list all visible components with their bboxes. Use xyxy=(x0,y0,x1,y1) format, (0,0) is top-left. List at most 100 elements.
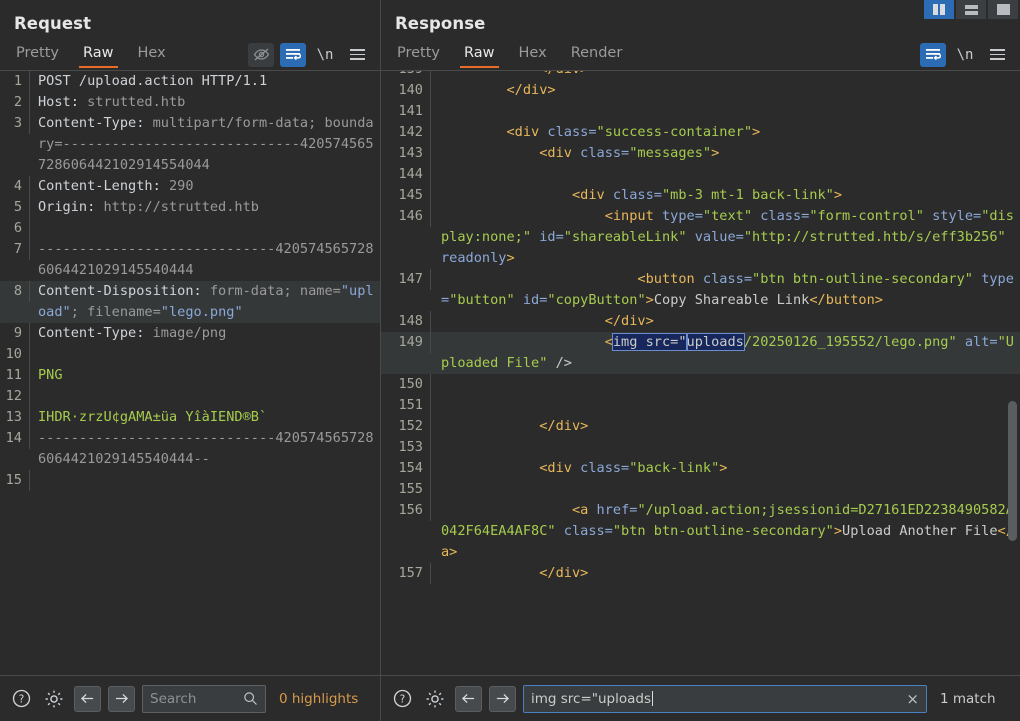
line-number: 14 xyxy=(0,428,30,449)
line-number: 153 xyxy=(381,437,431,458)
response-panel: Response Pretty Raw Hex Render \n xyxy=(380,0,1020,721)
code-token: alt= xyxy=(965,334,998,350)
response-scrollbar[interactable] xyxy=(1008,401,1017,541)
code-token: <div xyxy=(539,460,580,476)
code-line: 2Host: strutted.htb xyxy=(0,92,380,113)
search-next-button[interactable] xyxy=(489,686,516,712)
request-search-box[interactable]: Search xyxy=(142,685,266,713)
line-number: 148 xyxy=(381,311,431,332)
search-prev-button[interactable] xyxy=(74,686,101,712)
tab-response-hex[interactable]: Hex xyxy=(507,41,559,68)
code-token: > xyxy=(506,250,514,266)
tab-request-pretty[interactable]: Pretty xyxy=(4,41,71,68)
settings-button[interactable] xyxy=(422,686,448,712)
response-tab-tools: \n xyxy=(920,43,1020,67)
code-line: 1POST /upload.action HTTP/1.1 xyxy=(0,71,380,92)
response-newline-button[interactable]: \n xyxy=(952,43,978,67)
code-token: ; filename= xyxy=(71,304,161,320)
gear-icon xyxy=(425,689,445,709)
word-wrap-icon xyxy=(925,48,941,62)
code-token: Origin xyxy=(38,199,87,215)
newline-label: \n xyxy=(957,47,974,63)
line-number: 7 xyxy=(0,239,30,260)
code-token: class= xyxy=(760,208,809,224)
code-token xyxy=(441,460,539,476)
response-code: 139 </div>140 </div>141 142 <div class="… xyxy=(381,71,1020,675)
layout-horizontal-split-button[interactable] xyxy=(956,0,986,19)
code-token: : xyxy=(87,199,103,215)
code-token xyxy=(973,271,981,287)
hide-eye-button[interactable] xyxy=(248,43,274,67)
line-content xyxy=(30,470,380,491)
tab-response-pretty[interactable]: Pretty xyxy=(385,41,452,68)
line-content: <div class="messages"> xyxy=(431,143,1020,164)
layout-vertical-split-button[interactable] xyxy=(924,0,954,19)
help-button[interactable]: ? xyxy=(8,686,34,712)
search-match-highlight: img src=" xyxy=(613,334,687,350)
code-token: class= xyxy=(703,271,752,287)
response-menu-button[interactable] xyxy=(984,43,1010,67)
vertical-split-icon xyxy=(933,4,945,15)
code-line: 11PNG xyxy=(0,365,380,386)
code-token: "btn btn-outline-secondary" xyxy=(613,523,834,539)
menu-icon xyxy=(990,49,1005,60)
line-number: 154 xyxy=(381,458,431,479)
burp-repeater-window: Request Pretty Raw Hex xyxy=(0,0,1020,721)
search-next-button[interactable] xyxy=(108,686,135,712)
help-button[interactable]: ? xyxy=(389,686,415,712)
code-token: /> xyxy=(547,355,572,371)
line-content xyxy=(30,218,380,239)
line-content xyxy=(30,344,380,365)
request-editor[interactable]: 1POST /upload.action HTTP/1.12Host: stru… xyxy=(0,71,380,675)
line-content xyxy=(431,374,1020,395)
tab-response-raw[interactable]: Raw xyxy=(452,41,507,68)
code-token xyxy=(441,418,539,434)
code-token: href= xyxy=(597,502,638,518)
line-content: IHDR·zrzU¢gAMA±üa YîàIEND®B` xyxy=(30,407,380,428)
code-token: Host xyxy=(38,94,71,110)
line-content xyxy=(431,437,1020,458)
response-search-input[interactable]: img src="uploads xyxy=(531,691,902,707)
settings-button[interactable] xyxy=(41,686,67,712)
line-number: 152 xyxy=(381,416,431,437)
tab-request-raw[interactable]: Raw xyxy=(71,41,126,68)
word-wrap-button[interactable] xyxy=(280,43,306,67)
code-line: 157 </div> xyxy=(381,563,1020,584)
code-token xyxy=(556,523,564,539)
code-line: 6 xyxy=(0,218,380,239)
code-token: class= xyxy=(580,460,629,476)
code-line: 9Content-Type: image/png xyxy=(0,323,380,344)
code-token: IHDR·zrzU¢gAMA±üa YîàIEND®B` xyxy=(38,409,267,425)
response-tabbar: Pretty Raw Hex Render \n xyxy=(381,39,1020,71)
code-token: Content-Type xyxy=(38,325,136,341)
code-token xyxy=(957,334,965,350)
code-token: "text" xyxy=(703,208,752,224)
code-token xyxy=(441,82,506,98)
code-line: 13IHDR·zrzU¢gAMA±üa YîàIEND®B` xyxy=(0,407,380,428)
text-caret xyxy=(652,691,653,706)
clear-search-button[interactable]: × xyxy=(902,690,919,708)
response-search-value: img src="uploads xyxy=(531,691,651,707)
menu-icon xyxy=(350,49,365,60)
code-line: 139 </div> xyxy=(381,71,1020,80)
search-prev-button[interactable] xyxy=(455,686,482,712)
response-word-wrap-button[interactable] xyxy=(920,43,946,67)
response-search-box[interactable]: img src="uploads × xyxy=(523,685,927,713)
response-editor[interactable]: 139 </div>140 </div>141 142 <div class="… xyxy=(381,71,1020,675)
response-bottom-bar: ? i xyxy=(381,675,1020,721)
word-wrap-icon xyxy=(285,48,301,62)
line-content xyxy=(431,164,1020,185)
line-content: -----------------------------42057456572… xyxy=(30,239,380,281)
layout-single-pane-button[interactable] xyxy=(988,0,1018,19)
code-token xyxy=(531,229,539,245)
request-search-input[interactable]: Search xyxy=(150,691,243,707)
code-line: 8Content-Disposition: form-data; name="u… xyxy=(0,281,380,323)
tab-response-render[interactable]: Render xyxy=(559,41,635,68)
line-content: </div> xyxy=(431,311,1020,332)
code-line: 14-----------------------------420574565… xyxy=(0,428,380,470)
code-token: Copy Shareable Link xyxy=(654,292,810,308)
tab-request-hex[interactable]: Hex xyxy=(126,41,178,68)
request-menu-button[interactable] xyxy=(344,43,370,67)
newline-button[interactable]: \n xyxy=(312,43,338,67)
line-content: -----------------------------42057456572… xyxy=(30,428,380,470)
